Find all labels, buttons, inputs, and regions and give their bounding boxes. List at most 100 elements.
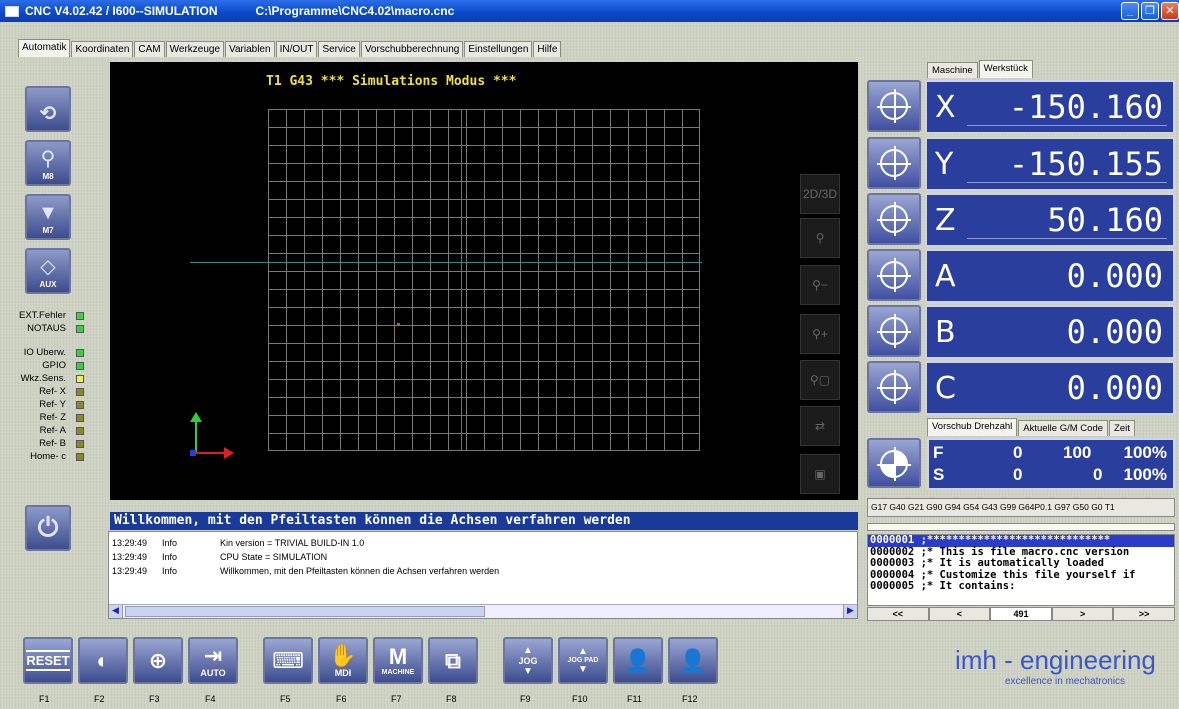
fkey-label: F6 bbox=[336, 694, 347, 704]
feed-zero-button[interactable] bbox=[867, 438, 921, 488]
tab-werkstueck[interactable]: Werkstück bbox=[978, 60, 1033, 78]
minimize-icon[interactable]: _ bbox=[1121, 2, 1139, 20]
f6-mdi-button[interactable]: ✋ MDI bbox=[318, 637, 368, 684]
tab-in-out[interactable]: IN/OUT bbox=[275, 41, 318, 57]
crosshair-icon bbox=[877, 202, 911, 236]
fkey-label: F3 bbox=[149, 694, 160, 704]
program-first-button[interactable]: << bbox=[867, 607, 929, 621]
log-horizontal-scrollbar[interactable]: ◀ ▶ bbox=[109, 604, 857, 618]
close-icon[interactable]: ✕ bbox=[1161, 2, 1179, 20]
spindle-button[interactable]: ⟲ bbox=[25, 86, 71, 132]
status-led bbox=[76, 362, 84, 370]
frame-button[interactable]: ▣ bbox=[800, 454, 840, 494]
tab-service[interactable]: Service bbox=[318, 41, 360, 57]
zoom-window-button[interactable]: ⚲▢ bbox=[800, 360, 840, 400]
aux-button[interactable]: ◇ AUX bbox=[25, 248, 71, 294]
f2-zero-point-button[interactable]: ◐ bbox=[78, 637, 128, 684]
status-wkz-sens: Wkz.Sens. bbox=[10, 373, 90, 385]
status-led bbox=[76, 440, 84, 448]
program-next-button[interactable]: > bbox=[1051, 607, 1114, 621]
redraw-button[interactable]: ⇄ bbox=[800, 406, 840, 446]
tab-maschine[interactable]: Maschine bbox=[927, 62, 978, 78]
scroll-left-icon[interactable]: ◀ bbox=[109, 605, 123, 618]
tab-werkzeuge[interactable]: Werkzeuge bbox=[165, 41, 225, 57]
tab-koordinaten[interactable]: Koordinaten bbox=[71, 41, 134, 57]
power-button[interactable]: ⏻ bbox=[25, 505, 71, 551]
tab-vorschub-drehzahl[interactable]: Vorschub Drehzahl bbox=[927, 418, 1018, 436]
zoom-out-button[interactable]: ⚲− bbox=[800, 265, 840, 305]
main-tabs: Automatik Koordinaten CAM Werkzeuge Vari… bbox=[18, 39, 562, 57]
program-line[interactable]: 0000005 ;* It contains: bbox=[868, 580, 1174, 593]
axis-a-zero-button[interactable] bbox=[867, 249, 921, 301]
axis-z-zero-button[interactable] bbox=[867, 193, 921, 245]
triad-y-arrow bbox=[190, 412, 202, 422]
zoom-out-icon: ⚲− bbox=[812, 278, 828, 292]
program-line-number[interactable]: 491 bbox=[990, 607, 1052, 621]
program-listing[interactable]: 0000001 ;***************************** 0… bbox=[867, 534, 1175, 606]
crosshair-icon: ⊕ bbox=[148, 647, 168, 673]
f5-keyboard-button[interactable]: ⌨ bbox=[263, 637, 313, 684]
view-2d-3d-button[interactable]: 2D/3D bbox=[800, 174, 840, 214]
jogpad-up-icon: ▲ bbox=[578, 646, 588, 657]
auto-icon: ⇥ bbox=[203, 642, 223, 668]
axis-y-zero-button[interactable] bbox=[867, 137, 921, 189]
f12-user-button[interactable]: 👤 bbox=[668, 637, 718, 684]
axis-value: 0.000 bbox=[1066, 257, 1163, 295]
program-prev-button[interactable]: < bbox=[928, 607, 991, 621]
fkey-label: F4 bbox=[205, 694, 216, 704]
zero-point-icon bbox=[877, 447, 911, 481]
program-line[interactable]: 0000003 ;* It is automatically loaded bbox=[868, 557, 1174, 570]
zoom-in-icon: ⚲+ bbox=[812, 327, 828, 341]
fkey-label: F5 bbox=[280, 694, 291, 704]
axis-b-zero-button[interactable] bbox=[867, 305, 921, 357]
maximize-icon[interactable]: ❐ bbox=[1141, 2, 1159, 20]
reset-button[interactable]: RESET bbox=[23, 637, 73, 684]
crosshair-icon bbox=[877, 89, 911, 123]
axis-label: Y bbox=[935, 147, 954, 182]
fkey-label: F10 bbox=[572, 694, 588, 704]
app-icon bbox=[5, 5, 19, 17]
f8-shapes-button[interactable]: ⧉ bbox=[428, 637, 478, 684]
f7-machine-button[interactable]: M MACHINE bbox=[373, 637, 423, 684]
scroll-thumb[interactable] bbox=[125, 606, 485, 617]
tab-einstellungen[interactable]: Einstellungen bbox=[464, 41, 533, 57]
zoom-in-button[interactable]: ⚲+ bbox=[800, 314, 840, 354]
tab-aktuelle-gm-code[interactable]: Aktuelle G/M Code bbox=[1018, 420, 1109, 436]
status-ref-x: Ref- X bbox=[10, 386, 90, 398]
f9-jog-button[interactable]: ▲ JOG ▼ bbox=[503, 637, 553, 684]
f3-crosshair-button[interactable]: ⊕ bbox=[133, 637, 183, 684]
axis-x-zero-button[interactable] bbox=[867, 80, 921, 132]
simulation-canvas[interactable]: T1 G43 *** Simulations Modus *** 2D/3D ⚲… bbox=[110, 62, 858, 500]
axis-c-zero-button[interactable] bbox=[867, 361, 921, 413]
jogpad-down-icon: ▼ bbox=[578, 664, 588, 675]
canvas-title: T1 G43 *** Simulations Modus *** bbox=[266, 74, 517, 89]
status-ref-a: Ref- A bbox=[10, 425, 90, 437]
user-icon: 👤 bbox=[679, 647, 707, 673]
tab-vorschubberechnung[interactable]: Vorschubberechnung bbox=[360, 41, 464, 57]
status-gpio: GPIO bbox=[10, 360, 90, 372]
program-nav: << < 491 > >> bbox=[867, 607, 1175, 621]
axis-value: -150.155 bbox=[1008, 145, 1163, 183]
status-led bbox=[76, 388, 84, 396]
scroll-right-icon[interactable]: ▶ bbox=[843, 605, 857, 618]
zoom-fit-button[interactable]: ⚲ bbox=[800, 218, 840, 258]
tab-hilfe[interactable]: Hilfe bbox=[533, 41, 562, 57]
program-line[interactable]: 0000001 ;***************************** bbox=[868, 535, 1174, 547]
coolant-m8-button[interactable]: ⚲ M8 bbox=[25, 140, 71, 186]
f10-jogpad-button[interactable]: ▲ JOG PAD ▼ bbox=[558, 637, 608, 684]
tab-automatik[interactable]: Automatik bbox=[18, 39, 71, 57]
f4-auto-button[interactable]: ⇥ AUTO bbox=[188, 637, 238, 684]
axis-a-display: A 0.000 bbox=[925, 249, 1175, 303]
f11-user-button[interactable]: 👤 bbox=[613, 637, 663, 684]
redraw-icon: ⇄ bbox=[814, 419, 826, 433]
message-log[interactable]: 13:29:49 Info Kin version = TRIVIAL BUILD-… bbox=[108, 531, 858, 619]
status-io-uberw: IO Uberw. bbox=[10, 347, 90, 359]
mist-m7-button[interactable]: ▼ M7 bbox=[25, 194, 71, 240]
program-last-button[interactable]: >> bbox=[1113, 607, 1175, 621]
tab-zeit[interactable]: Zeit bbox=[1109, 420, 1135, 436]
y-axis-line bbox=[461, 109, 462, 451]
gcode-status-line: G17 G40 G21 G90 G94 G54 G43 G99 G64P0.1 … bbox=[867, 498, 1175, 517]
tab-variablen[interactable]: Variablen bbox=[225, 41, 275, 57]
hand-icon: ✋ bbox=[329, 642, 357, 668]
tab-cam[interactable]: CAM bbox=[134, 41, 165, 57]
